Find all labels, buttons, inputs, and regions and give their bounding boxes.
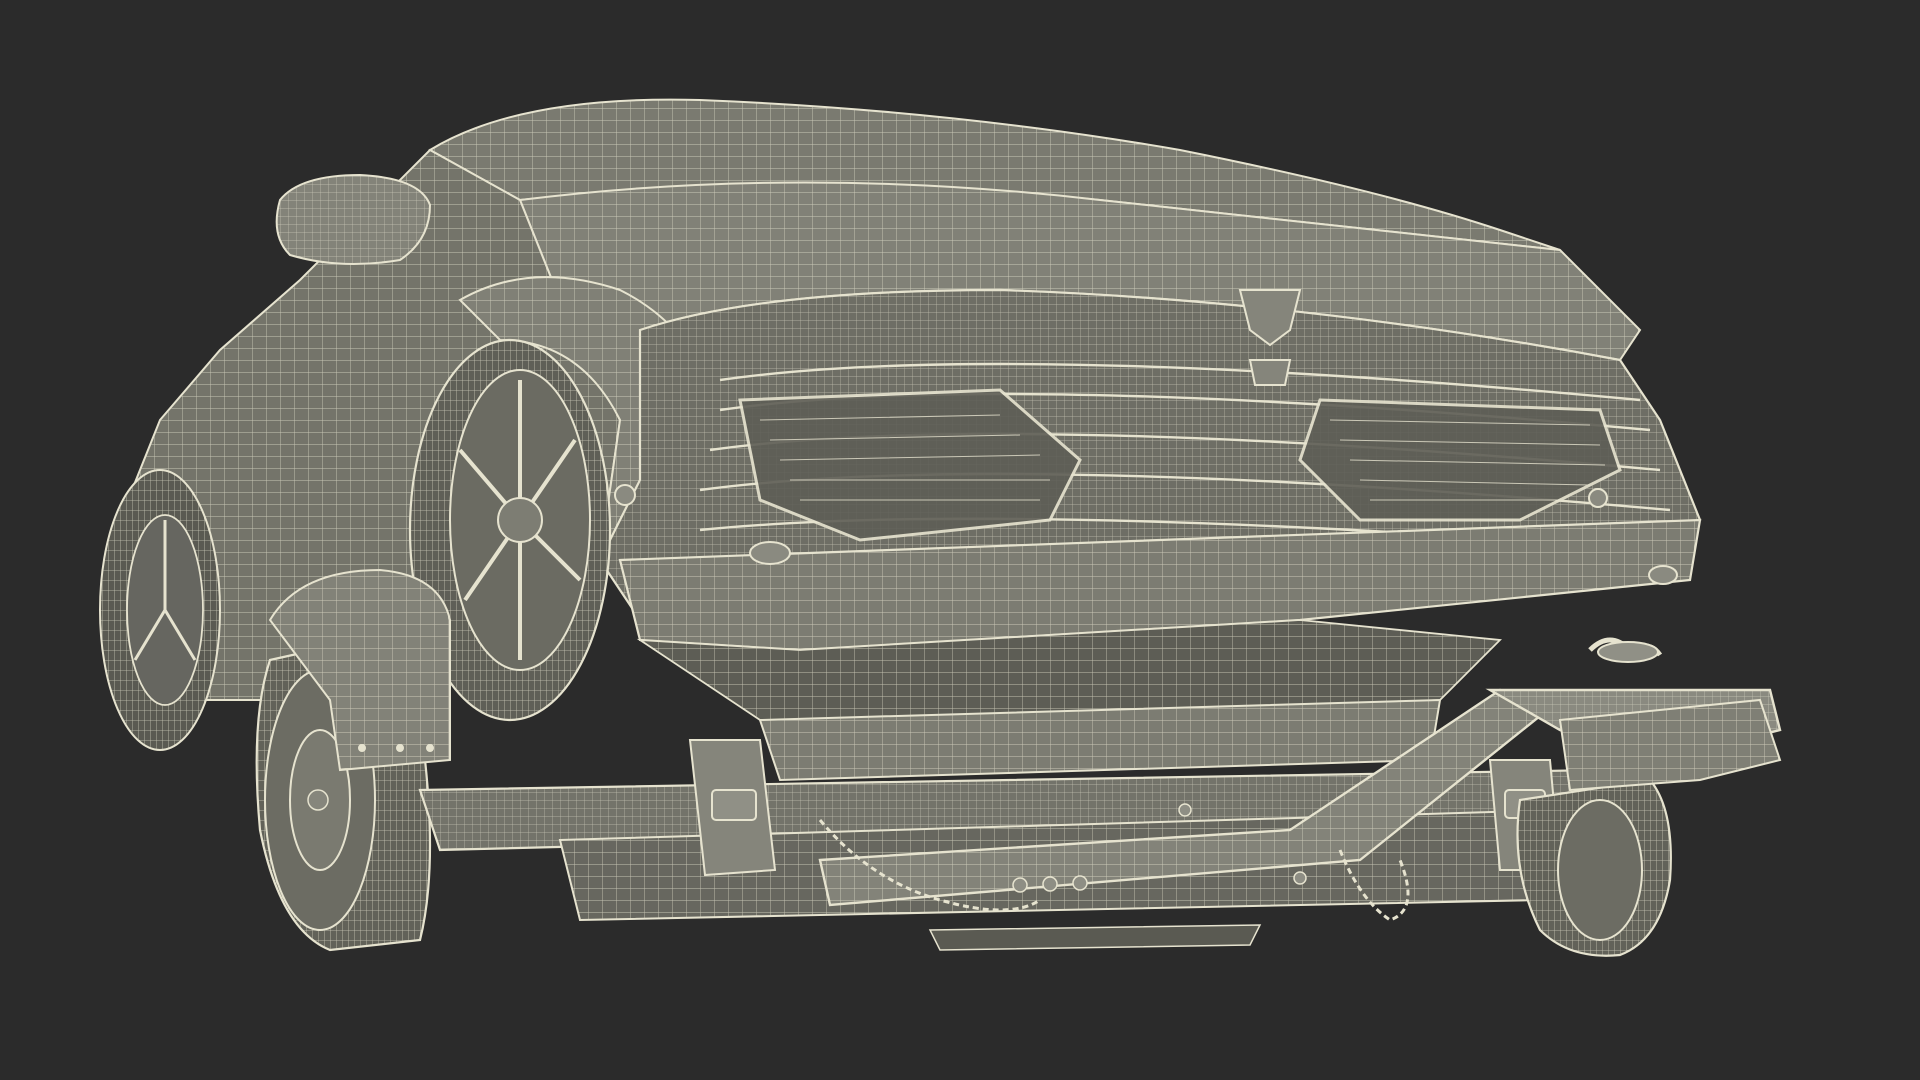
car-front-wheel (99, 469, 221, 751)
hitch-ball-socket (1597, 641, 1659, 663)
dolly-right-tire (1516, 778, 1672, 957)
dolly-lower-edge (928, 924, 1262, 951)
render-viewport (0, 0, 1920, 1080)
wireframe-car-on-tow-dolly (99, 98, 1782, 957)
